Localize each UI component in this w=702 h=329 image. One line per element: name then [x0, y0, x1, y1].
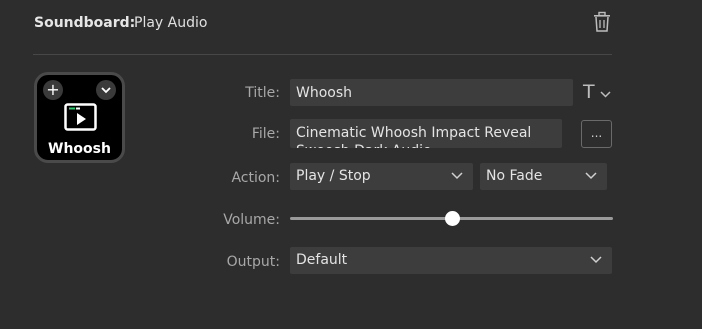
file-path-field[interactable]: Cinematic Whoosh Impact Reveal Swoosh Da… — [290, 119, 562, 148]
title-input[interactable] — [296, 79, 573, 106]
plugin-label: Soundboard: — [34, 15, 136, 31]
chevron-down-icon — [585, 172, 597, 180]
chevron-down-icon — [451, 172, 463, 180]
add-state-button[interactable]: + — [43, 80, 63, 100]
output-select[interactable]: Default — [290, 247, 612, 274]
header-divider — [33, 54, 612, 55]
action-select[interactable]: Play / Stop — [290, 163, 473, 190]
action-label: Action: — [231, 170, 280, 186]
title-field-container — [290, 79, 573, 106]
fade-select[interactable]: No Fade — [480, 163, 607, 190]
chevron-down-icon[interactable] — [96, 80, 116, 100]
volume-thumb[interactable] — [444, 211, 460, 226]
key-title: Whoosh — [48, 141, 111, 157]
browse-button[interactable]: ... — [581, 120, 612, 148]
action-select-value: Play / Stop — [296, 168, 371, 184]
output-label: Output: — [226, 254, 280, 270]
file-label: File: — [251, 126, 280, 142]
output-select-value: Default — [296, 252, 348, 268]
trash-icon[interactable] — [592, 11, 612, 33]
chevron-down-icon — [590, 256, 602, 264]
header: Soundboard: Play Audio — [0, 0, 702, 48]
volume-slider[interactable] — [290, 210, 613, 228]
chevron-down-icon — [600, 91, 611, 98]
volume-label: Volume: — [223, 212, 280, 228]
text-style-icon: T — [583, 81, 595, 103]
play-screen-icon — [64, 103, 97, 135]
title-label: Title: — [245, 85, 280, 101]
text-style-button[interactable]: T — [583, 81, 613, 104]
fade-select-value: No Fade — [486, 168, 543, 184]
action-name: Play Audio — [134, 15, 208, 31]
key-preview[interactable]: + Whoosh — [34, 72, 125, 163]
